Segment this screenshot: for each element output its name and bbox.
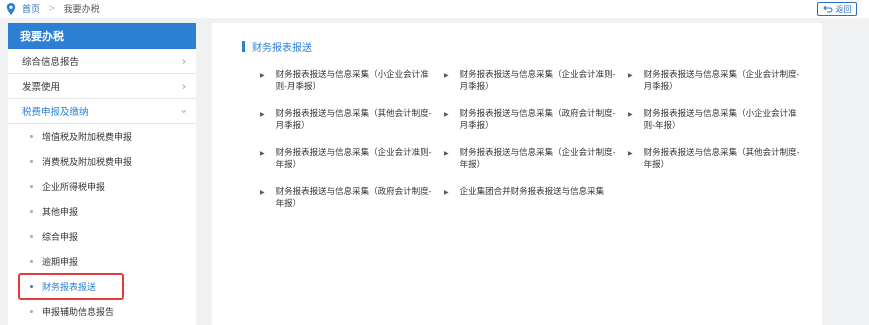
report-link-label: 财务报表报送与信息采集（企业会计准则-月季报） [459,70,616,92]
bullet-icon [30,235,33,238]
report-link[interactable]: ▶ 财务报表报送与信息采集（企业会计制度-月季报） [628,69,812,93]
report-link-label: 财务报表报送与信息采集（政府会计制度-年报） [275,187,432,209]
sidebar-item-label: 发票使用 [22,82,61,93]
bullet-icon [30,135,33,138]
back-button[interactable]: 返回 [817,2,857,16]
sidebar-subitem[interactable]: 企业所得税申报 [8,174,196,199]
sidebar-subitem-label: 企业所得税申报 [42,183,106,193]
bullet-icon [30,185,33,188]
triangle-right-icon: ▶ [260,150,265,157]
sidebar-subitem[interactable]: 逾期申报 [8,249,196,274]
chevron-right-icon: › [181,79,186,93]
report-link-label: 财务报表报送与信息采集（小企业会计准则-月季报） [275,70,429,92]
report-link-label: 财务报表报送与信息采集（企业会计制度-月季报） [643,70,800,92]
sidebar-subitem-label: 增值税及附加税费申报 [42,133,133,143]
report-link-label: 财务报表报送与信息采集（其他会计制度-月季报） [275,109,432,131]
page-title-text: 财务报表报送 [252,43,312,54]
breadcrumb: 首页 > 我要办税 [6,2,100,15]
report-link[interactable]: ▶ 财务报表报送与信息采集（其他会计制度-月季报） [260,108,444,132]
sidebar-header: 我要办税 [8,23,196,49]
breadcrumb-home[interactable]: 首页 [22,2,40,15]
report-link-label: 企业集团合并财务报表报送与信息采集 [459,187,605,197]
report-link-label: 财务报表报送与信息采集（小企业会计准则-年报） [643,109,797,131]
back-button-label: 返回 [835,4,852,14]
bullet-icon [30,160,33,163]
sidebar-subitem[interactable]: 增值税及附加税费申报 [8,124,196,149]
sidebar-subitem-label: 消费税及附加税费申报 [42,158,133,168]
chevron-down-icon: › [177,108,191,114]
report-link-grid: ▶ 财务报表报送与信息采集（小企业会计准则-月季报） ▶ 财务报表报送与信息采集（企… [260,69,820,210]
sidebar-item-info-report[interactable]: 综合信息报告 › [8,49,196,74]
report-link[interactable]: ▶ 财务报表报送与信息采集（小企业会计准则-月季报） [260,69,444,93]
report-link-label: 财务报表报送与信息采集（政府会计制度-月季报） [459,109,616,131]
bullet-icon [30,210,33,213]
sidebar-subitem[interactable]: 申报辅助信息报告 [8,299,196,324]
sidebar-subitem[interactable]: 消费税及附加税费申报 [8,149,196,174]
report-link[interactable]: ▶ 财务报表报送与信息采集（政府会计制度-月季报） [444,108,628,132]
report-link-label: 财务报表报送与信息采集（其他会计制度-年报） [643,148,800,170]
triangle-right-icon: ▶ [444,111,449,118]
report-link[interactable]: ▶ 财务报表报送与信息采集（企业会计准则-月季报） [444,69,628,93]
triangle-right-icon: ▶ [628,72,633,79]
triangle-right-icon: ▶ [444,150,449,157]
sidebar-subitem-label: 其他申报 [42,208,79,218]
triangle-right-icon: ▶ [628,111,633,118]
triangle-right-icon: ▶ [260,189,265,196]
sidebar-item-label: 税费申报及缴纳 [22,107,89,118]
highlight-annotation [18,273,124,300]
report-link[interactable]: ▶ 财务报表报送与信息采集（政府会计制度-年报） [260,186,444,210]
report-link[interactable]: ▶ 财务报表报送与信息采集（企业会计制度-年报） [444,147,628,171]
triangle-right-icon: ▶ [628,150,633,157]
triangle-right-icon: ▶ [444,72,449,79]
sidebar-item-label: 综合信息报告 [22,57,80,68]
sidebar-item-invoice[interactable]: 发票使用 › [8,74,196,99]
triangle-right-icon: ▶ [260,111,265,118]
sidebar-subitem-label: 申报辅助信息报告 [42,308,115,318]
bullet-icon [30,260,33,263]
sidebar-subitem-label: 综合申报 [42,233,79,243]
bullet-icon [30,310,33,313]
report-link-label: 财务报表报送与信息采集（企业会计制度-年报） [459,148,616,170]
report-link[interactable]: ▶ 财务报表报送与信息采集（其他会计制度-年报） [628,147,812,171]
back-arrow-icon [822,5,832,13]
main-panel: 财务报表报送 ▶ 财务报表报送与信息采集（小企业会计准则-月季报） ▶ 财务报表报送… [212,23,822,325]
location-pin-icon [6,2,16,15]
report-link-label: 财务报表报送与信息采集（企业会计准则-年报） [275,148,432,170]
report-link[interactable]: ▶ 财务报表报送与信息采集（小企业会计准则-年报） [628,108,812,132]
triangle-right-icon: ▶ [444,189,449,196]
title-accent-bar [242,41,245,52]
breadcrumb-separator: > [48,3,56,14]
breadcrumb-current: 我要办税 [63,5,100,15]
sidebar-subitem[interactable]: 其他申报 [8,199,196,224]
chevron-right-icon: › [181,54,186,68]
triangle-right-icon: ▶ [260,72,265,79]
report-link[interactable]: ▶ 财务报表报送与信息采集（企业会计准则-年报） [260,147,444,171]
sidebar-subitem[interactable]: 综合申报 [8,224,196,249]
sidebar-subitem-label: 逾期申报 [42,258,79,268]
page-title: 财务报表报送 [242,39,312,54]
top-bar: 首页 > 我要办税 返回 [0,0,869,18]
report-link[interactable]: ▶ 企业集团合并财务报表报送与信息采集 [444,186,628,210]
sidebar-item-tax-declaration[interactable]: 税费申报及缴纳 › [8,99,196,124]
